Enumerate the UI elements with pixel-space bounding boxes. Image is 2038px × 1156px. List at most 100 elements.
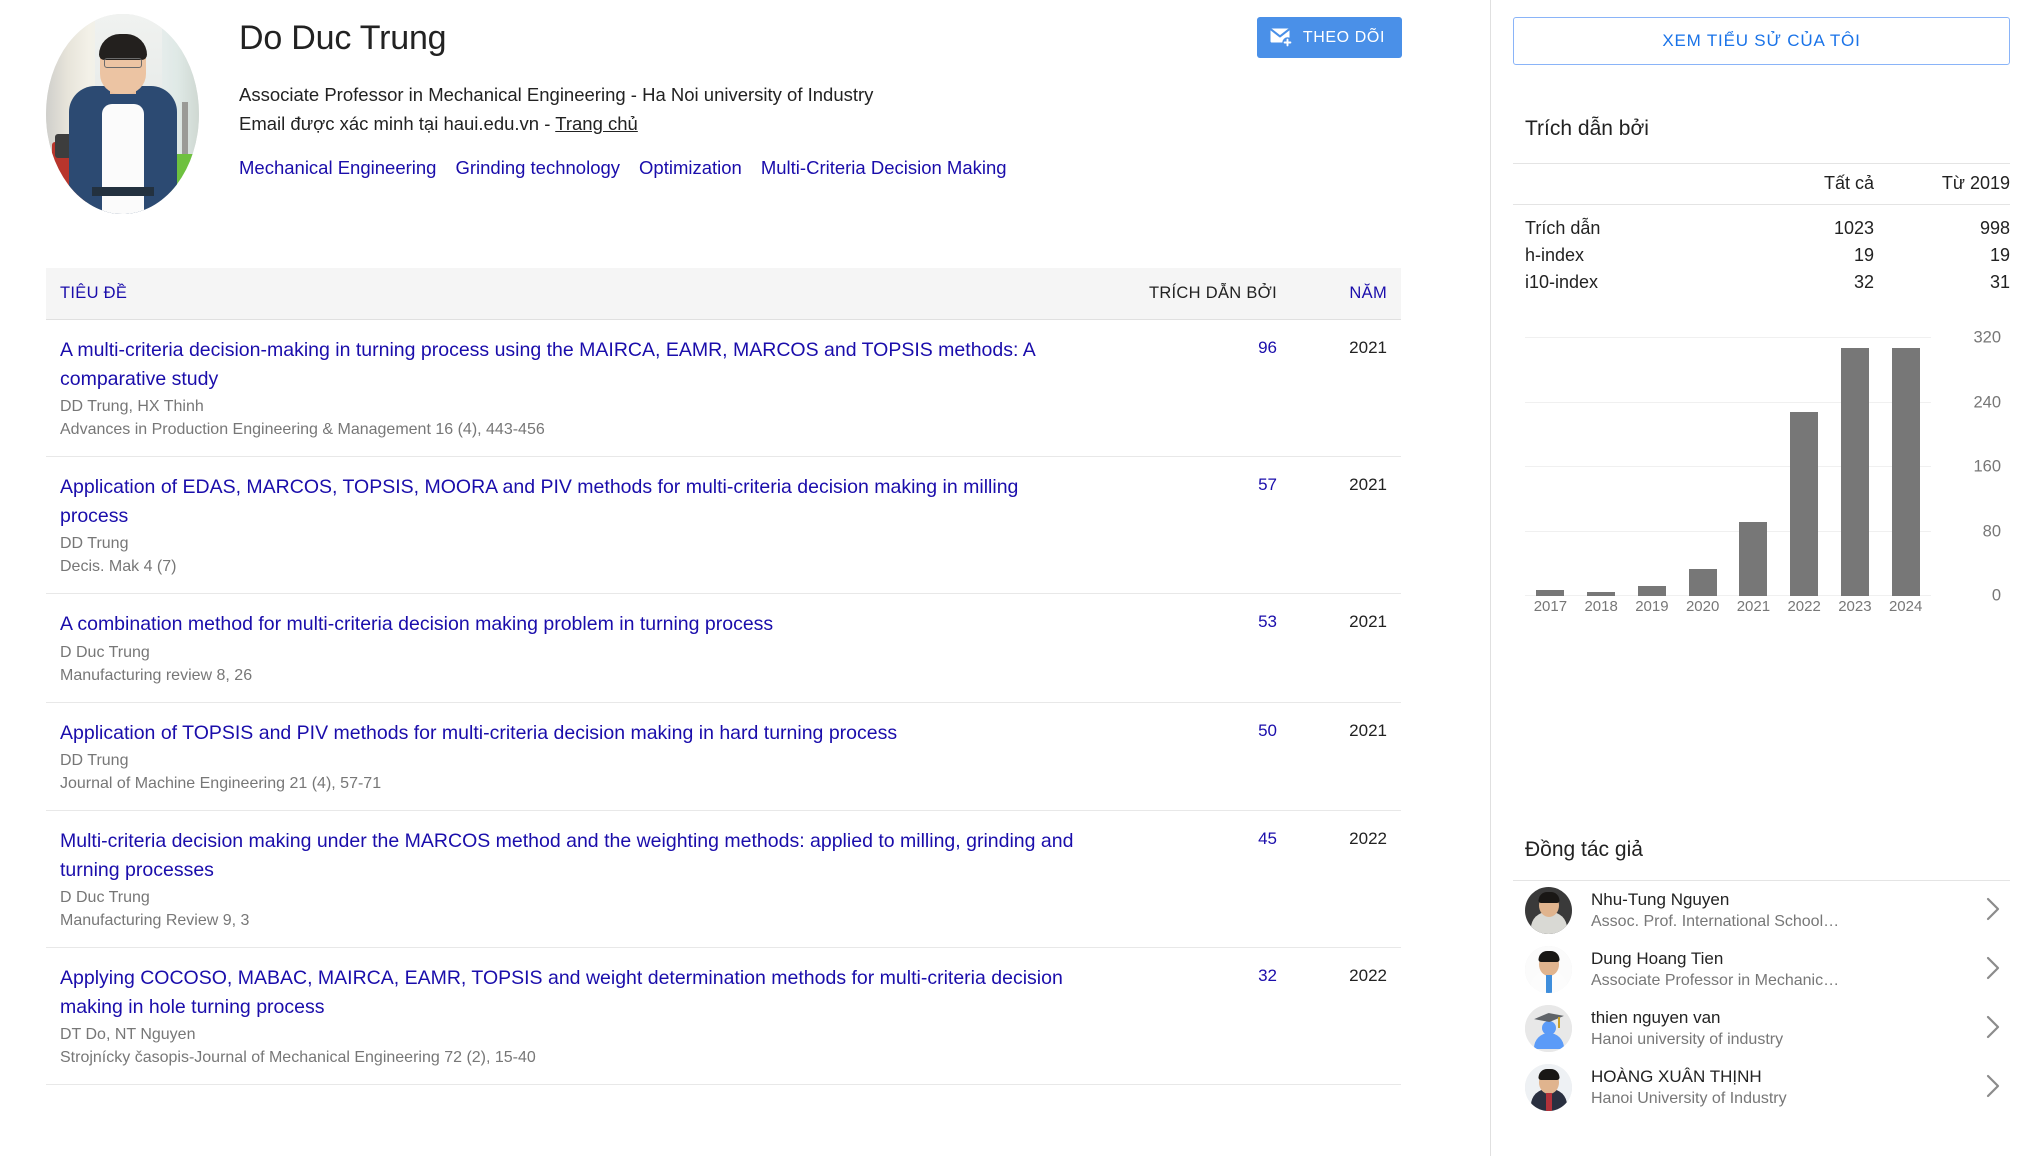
chart-y-label: 80 (1983, 522, 2001, 541)
main-column: Do Duc Trung Associate Professor in Mech… (0, 0, 1490, 1156)
publication-year: 2021 (1277, 473, 1387, 578)
publication-info: Multi-criteria decision making under the… (60, 827, 1102, 932)
publication-info: Applying COCOSO, MABAC, MAIRCA, EAMR, TO… (60, 964, 1102, 1069)
follow-button[interactable]: THEO DÕI (1257, 17, 1402, 58)
envelope-plus-icon (1270, 27, 1294, 48)
coauthor-text: HOÀNG XUÂN THỊNH Hanoi University of Ind… (1591, 1065, 1980, 1110)
column-header-year[interactable]: NĂM (1277, 284, 1387, 303)
publication-year: 2021 (1277, 719, 1387, 796)
coauthor-name[interactable]: Nhu-Tung Nguyen (1591, 888, 1980, 911)
chart-x-label: 2023 (1830, 598, 1881, 615)
publication-cited-count[interactable]: 45 (1102, 827, 1277, 932)
publication-title-link[interactable]: Application of TOPSIS and PIV methods fo… (60, 719, 1078, 748)
stats-row-i10index: i10-index 32 31 (1513, 269, 2010, 296)
chart-bar-column[interactable] (1830, 338, 1881, 596)
coauthor-name[interactable]: HOÀNG XUÂN THỊNH (1591, 1065, 1980, 1088)
publication-authors: DD Trung (60, 532, 1078, 555)
publication-year: 2021 (1277, 336, 1387, 441)
email-verified-text: Email được xác minh tại haui.edu.vn - (239, 113, 555, 134)
chart-bar-2020[interactable] (1689, 569, 1717, 596)
list-item[interactable]: Dung Hoang Tien Associate Professor in M… (1525, 940, 2010, 999)
table-row[interactable]: Application of TOPSIS and PIV methods fo… (46, 703, 1401, 812)
publication-venue: Strojnícky časopis-Journal of Mechanical… (60, 1046, 1078, 1069)
stats-citations-since: 998 (1874, 205, 2010, 243)
publication-title-link[interactable]: Multi-criteria decision making under the… (60, 827, 1078, 884)
publication-venue: Manufacturing review 8, 26 (60, 664, 1078, 687)
stats-hindex-all: 19 (1738, 242, 1874, 269)
coauthor-text: Nhu-Tung Nguyen Assoc. Prof. Internation… (1591, 888, 1980, 933)
stats-label-i10index: i10-index (1513, 269, 1738, 296)
chart-y-label: 320 (1973, 329, 2001, 348)
coauthor-name[interactable]: Dung Hoang Tien (1591, 947, 1980, 970)
stats-citations-all: 1023 (1738, 205, 1874, 243)
publication-venue: Decis. Mak 4 (7) (60, 555, 1078, 578)
table-row[interactable]: Multi-criteria decision making under the… (46, 811, 1401, 948)
chart-bar-2018[interactable] (1587, 592, 1615, 596)
interest-grinding-technology[interactable]: Grinding technology (455, 157, 620, 178)
table-row[interactable]: A combination method for multi-criteria … (46, 594, 1401, 703)
list-item[interactable]: Nhu-Tung Nguyen Assoc. Prof. Internation… (1525, 881, 2010, 940)
chart-bar-2023[interactable] (1841, 348, 1869, 596)
publication-authors: DD Trung, HX Thinh (60, 395, 1078, 418)
chart-y-label: 160 (1973, 458, 2001, 477)
list-item[interactable]: HOÀNG XUÂN THỊNH Hanoi University of Ind… (1525, 1058, 2010, 1117)
chart-x-label: 2018 (1576, 598, 1627, 615)
publication-venue: Journal of Machine Engineering 21 (4), 5… (60, 772, 1078, 795)
chart-bar-column[interactable] (1728, 338, 1779, 596)
chevron-right-icon[interactable] (1980, 896, 2006, 926)
coauthor-affiliation: Hanoi university of industry (1591, 1029, 1980, 1051)
homepage-link[interactable]: Trang chủ (555, 113, 638, 134)
coauthors-list: Nhu-Tung Nguyen Assoc. Prof. Internation… (1513, 880, 2010, 1117)
publication-title-link[interactable]: A multi-criteria decision-making in turn… (60, 336, 1078, 393)
publication-title-link[interactable]: A combination method for multi-criteria … (60, 610, 1078, 639)
chart-y-axis-labels: 080160240320 (1931, 328, 2001, 596)
coauthor-text: Dung Hoang Tien Associate Professor in M… (1591, 947, 1980, 992)
chart-bar-column[interactable] (1880, 338, 1931, 596)
publication-authors: D Duc Trung (60, 886, 1078, 909)
table-row[interactable]: A multi-criteria decision-making in turn… (46, 320, 1401, 457)
chevron-right-icon[interactable] (1980, 1014, 2006, 1044)
table-row[interactable]: Applying COCOSO, MABAC, MAIRCA, EAMR, TO… (46, 948, 1401, 1085)
citations-per-year-chart: 20172018201920202021202220232024 0801602… (1513, 328, 2010, 464)
chart-bar-column[interactable] (1576, 338, 1627, 596)
publication-title-link[interactable]: Applying COCOSO, MABAC, MAIRCA, EAMR, TO… (60, 964, 1078, 1021)
chart-x-label: 2017 (1525, 598, 1576, 615)
publication-title-link[interactable]: Application of EDAS, MARCOS, TOPSIS, MOO… (60, 473, 1078, 530)
chart-x-axis-labels: 20172018201920202021202220232024 (1525, 598, 1931, 615)
citation-stats-table: Tất cả Từ 2019 Trích dẫn 1023 998 h-inde… (1513, 163, 2010, 296)
publication-cited-count[interactable]: 96 (1102, 336, 1277, 441)
publication-cited-count[interactable]: 57 (1102, 473, 1277, 578)
chart-bar-2017[interactable] (1536, 590, 1564, 596)
chart-bar-column[interactable] (1677, 338, 1728, 596)
view-bio-button[interactable]: XEM TIỂU SỬ CỦA TÔI (1513, 17, 2010, 65)
table-row[interactable]: Application of EDAS, MARCOS, TOPSIS, MOO… (46, 457, 1401, 594)
stats-header-all: Tất cả (1738, 164, 1874, 205)
publication-venue: Advances in Production Engineering & Man… (60, 418, 1078, 441)
publication-cited-count[interactable]: 32 (1102, 964, 1277, 1069)
chart-bar-column[interactable] (1525, 338, 1576, 596)
stats-row-hindex: h-index 19 19 (1513, 242, 2010, 269)
chart-x-label: 2021 (1728, 598, 1779, 615)
profile-photo[interactable] (46, 14, 199, 214)
publication-authors: DD Trung (60, 749, 1078, 772)
interest-optimization[interactable]: Optimization (639, 157, 742, 178)
coauthor-name[interactable]: thien nguyen van (1591, 1006, 1980, 1029)
publication-cited-count[interactable]: 50 (1102, 719, 1277, 796)
chevron-right-icon[interactable] (1980, 955, 2006, 985)
column-header-title[interactable]: TIÊU ĐỀ (60, 284, 1102, 303)
publication-info: A combination method for multi-criteria … (60, 610, 1102, 687)
interest-mechanical-engineering[interactable]: Mechanical Engineering (239, 157, 436, 178)
chart-bar-column[interactable] (1627, 338, 1678, 596)
coauthor-text: thien nguyen van Hanoi university of ind… (1591, 1006, 1980, 1051)
publication-cited-count[interactable]: 53 (1102, 610, 1277, 687)
chevron-right-icon[interactable] (1980, 1073, 2006, 1103)
chart-bars (1525, 338, 1931, 596)
chart-bar-2024[interactable] (1892, 348, 1920, 596)
chart-bar-column[interactable] (1779, 338, 1830, 596)
chart-bar-2019[interactable] (1638, 586, 1666, 596)
chart-bar-2022[interactable] (1790, 412, 1818, 596)
chart-bar-2021[interactable] (1739, 522, 1767, 596)
interest-mcdm[interactable]: Multi-Criteria Decision Making (761, 157, 1007, 178)
list-item[interactable]: thien nguyen van Hanoi university of ind… (1525, 999, 2010, 1058)
avatar[interactable] (46, 14, 199, 214)
